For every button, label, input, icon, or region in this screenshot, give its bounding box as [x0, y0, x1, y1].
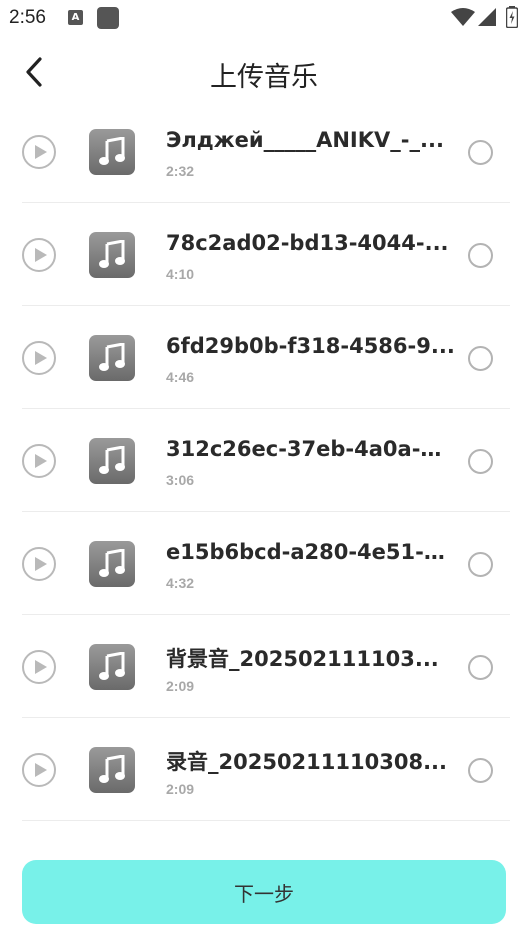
song-duration: 4:10: [166, 266, 195, 282]
play-icon: [34, 557, 47, 571]
play-button[interactable]: [22, 547, 56, 581]
play-icon: [34, 248, 47, 262]
next-step-button[interactable]: 下一步: [22, 860, 506, 924]
song-duration: 2:09: [166, 781, 195, 797]
play-icon: [34, 145, 47, 159]
song-title: Элджей_____ANIKV_-_...: [166, 128, 444, 152]
play-button[interactable]: [22, 753, 56, 787]
music-note-icon: [99, 549, 125, 577]
music-note-icon: [99, 343, 125, 371]
song-row[interactable]: e15b6bcd-a280-4e51-b... 4:32: [0, 512, 528, 615]
play-button[interactable]: [22, 238, 56, 272]
page-title: 上传音乐: [210, 62, 318, 93]
play-icon: [34, 351, 47, 365]
a-icon: A: [68, 10, 83, 25]
music-note-icon: [99, 446, 125, 474]
play-button[interactable]: [22, 341, 56, 375]
select-radio[interactable]: [468, 243, 493, 268]
signal-icon: [478, 8, 496, 26]
music-note-icon: [99, 240, 125, 268]
music-note-icon: [99, 652, 125, 680]
music-thumbnail: [89, 747, 135, 793]
header: 上传音乐: [0, 40, 528, 106]
song-row[interactable]: Элджей_____ANIKV_-_... 2:32: [0, 100, 528, 203]
song-row[interactable]: 6fd29b0b-f318-4586-9... 4:46: [0, 306, 528, 409]
play-icon: [34, 454, 47, 468]
music-thumbnail: [89, 335, 135, 381]
next-step-label: 下一步: [234, 881, 294, 906]
play-button[interactable]: [22, 444, 56, 478]
music-thumbnail: [89, 232, 135, 278]
select-radio[interactable]: [468, 552, 493, 577]
song-title: 312c26ec-37eb-4a0a-b...: [166, 437, 456, 461]
play-icon: [34, 763, 47, 777]
song-title: e15b6bcd-a280-4e51-b...: [166, 540, 456, 564]
select-radio[interactable]: [468, 449, 493, 474]
song-row[interactable]: 312c26ec-37eb-4a0a-b... 3:06: [0, 409, 528, 512]
song-duration: 4:46: [166, 369, 195, 385]
song-title: 录音_20250211110308...: [166, 750, 447, 774]
battery-icon: [506, 6, 518, 28]
select-radio[interactable]: [468, 758, 493, 783]
music-thumbnail: [89, 438, 135, 484]
song-title: 6fd29b0b-f318-4586-9...: [166, 334, 455, 358]
wifi-icon: [451, 8, 475, 26]
select-radio[interactable]: [468, 140, 493, 165]
square-icon: [97, 7, 119, 29]
song-row[interactable]: 78c2ad02-bd13-4044-... 4:10: [0, 203, 528, 306]
play-button[interactable]: [22, 135, 56, 169]
song-title: 背景音_202502111103...: [166, 647, 439, 671]
status-bar: 2:56 A: [0, 0, 528, 36]
song-row[interactable]: 录音_20250211110308... 2:09: [0, 718, 528, 821]
select-radio[interactable]: [468, 655, 493, 680]
select-radio[interactable]: [468, 346, 493, 371]
play-icon: [34, 660, 47, 674]
music-thumbnail: [89, 129, 135, 175]
music-thumbnail: [89, 541, 135, 587]
song-title: 78c2ad02-bd13-4044-...: [166, 231, 449, 255]
song-duration: 2:09: [166, 678, 195, 694]
music-note-icon: [99, 755, 125, 783]
song-duration: 2:32: [166, 163, 195, 179]
song-row[interactable]: 背景音_202502111103... 2:09: [0, 615, 528, 718]
status-time: 2:56: [9, 7, 46, 28]
music-thumbnail: [89, 644, 135, 690]
song-duration: 4:32: [166, 575, 195, 591]
music-note-icon: [99, 137, 125, 165]
play-button[interactable]: [22, 650, 56, 684]
song-duration: 3:06: [166, 472, 195, 488]
divider: [22, 820, 510, 821]
